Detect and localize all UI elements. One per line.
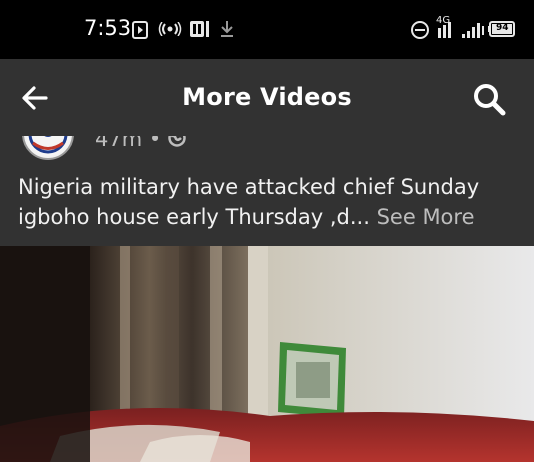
globe-icon xyxy=(168,136,186,152)
avatar[interactable] xyxy=(22,136,74,160)
vpn-icon xyxy=(190,20,210,38)
post-ellipsis: ... xyxy=(349,205,370,229)
post-card: 47m • Nigeria military have attacked chi… xyxy=(0,136,534,246)
search-button[interactable] xyxy=(472,82,506,116)
signal-strength-icon xyxy=(438,22,456,40)
see-more-link[interactable]: See More xyxy=(377,205,475,229)
page-title: More Videos xyxy=(182,83,352,111)
download-icon xyxy=(220,20,234,38)
video-player[interactable] xyxy=(0,246,534,462)
status-bar: 7:53 4G 94 xyxy=(0,0,534,59)
battery-level: 94 xyxy=(496,23,509,33)
signal-strength-2-icon xyxy=(462,22,486,40)
app-header: More Videos xyxy=(0,59,534,136)
post-time: 47m xyxy=(95,136,143,151)
post-meta: 47m • xyxy=(95,136,186,152)
status-time: 7:53 xyxy=(84,16,132,40)
do-not-disturb-icon xyxy=(410,20,430,39)
meta-separator: • xyxy=(148,136,162,151)
hotspot-icon xyxy=(158,21,182,40)
search-icon xyxy=(474,84,506,116)
video-frame xyxy=(0,246,534,462)
battery-icon: 94 xyxy=(488,21,516,39)
post-text: Nigeria military have attacked chief Sun… xyxy=(18,172,518,232)
media-play-icon xyxy=(132,21,148,39)
